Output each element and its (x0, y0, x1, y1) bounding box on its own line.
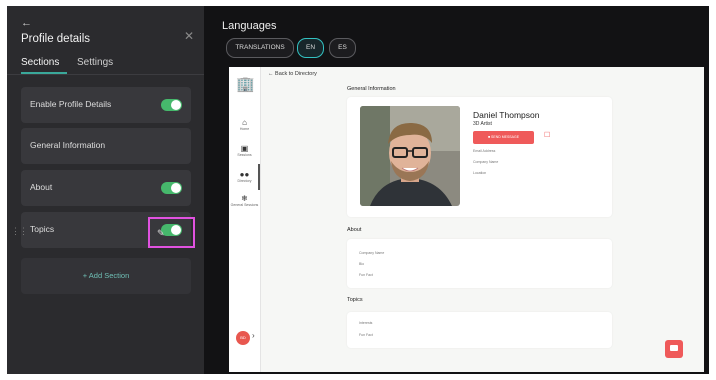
rail-item-directory[interactable]: ●● Directory (229, 170, 260, 184)
app-root: ← Profile details ✕ Sections Settings En… (0, 0, 716, 380)
about-toggle[interactable] (161, 182, 182, 194)
send-message-label: SEND MESSAGE (491, 135, 520, 139)
rail-item-label: Sessions (237, 153, 252, 157)
section-enable-profile-details[interactable]: Enable Profile Details (21, 87, 191, 123)
rail-item-label: General Sessions (230, 203, 259, 207)
calendar-icon: ▣ (240, 144, 249, 153)
section-general-information[interactable]: General Information (21, 128, 191, 164)
tree-icon: ❄ (241, 194, 248, 203)
language-es-button[interactable]: ES (329, 38, 356, 58)
send-message-button[interactable]: ■ SEND MESSAGE (473, 131, 534, 144)
panel-title: Profile details (21, 33, 91, 45)
rail-item-home[interactable]: ⌂ Home (229, 118, 260, 132)
avatar[interactable]: BD (236, 331, 250, 345)
rail-item-general-sessions[interactable]: ❄ General Sessions (229, 194, 260, 208)
languages-title: Languages (222, 20, 277, 32)
section-label: Topics (30, 224, 55, 234)
chevron-right-icon[interactable]: › (252, 331, 255, 340)
general-information-card: Daniel Thompson 3D Artist ■ SEND MESSAGE… (347, 97, 612, 217)
highlight-box (148, 217, 195, 248)
toggle-knob (171, 100, 181, 110)
general-information-heading: General Information (347, 86, 396, 92)
bookmark-icon[interactable]: ☐ (544, 131, 550, 139)
about-card: Company Name Bio Fun Fact (347, 239, 612, 288)
language-en-button[interactable]: EN (297, 38, 324, 58)
topics-field: Fun Fact (359, 333, 373, 337)
topics-field: Interests (359, 321, 373, 325)
section-label: General Information (30, 140, 106, 150)
nav-rail: 🏢 ⌂ Home ▣ Sessions ●● Directory ❄ Gener… (229, 67, 261, 372)
rail-item-label: Directory (237, 179, 252, 183)
company-name-label: Company Name (473, 160, 499, 164)
tab-divider (7, 74, 204, 75)
about-field: Fun Fact (359, 273, 373, 277)
chat-button[interactable] (665, 340, 683, 358)
about-heading: About (347, 227, 362, 233)
section-label: About (30, 182, 53, 192)
enable-profile-details-toggle[interactable] (161, 99, 182, 111)
profile-details-panel: ← Profile details ✕ Sections Settings En… (7, 6, 204, 374)
tab-sections[interactable]: Sections (21, 57, 59, 68)
about-field: Bio (359, 262, 365, 266)
building-icon: 🏢 (236, 76, 255, 93)
active-nav-indicator (258, 164, 260, 190)
chat-bubble-icon (670, 345, 678, 351)
translations-button[interactable]: TRANSLATIONS (226, 38, 294, 58)
add-section-button[interactable]: + Add Section (21, 258, 191, 294)
tab-settings[interactable]: Settings (77, 57, 113, 68)
email-address-label: Email Address (473, 149, 496, 153)
back-to-directory-link[interactable]: ← Back to Directory (268, 71, 317, 77)
topics-heading: Topics (347, 297, 363, 303)
close-icon[interactable]: ✕ (184, 29, 194, 43)
location-label: Location (473, 171, 487, 175)
arrow-left-icon[interactable]: ← (21, 17, 32, 29)
section-label: Enable Profile Details (30, 99, 112, 109)
toggle-knob (171, 183, 181, 193)
profile-role: 3D Artist (473, 121, 492, 127)
rail-item-label: Home (239, 127, 250, 131)
profile-name: Daniel Thompson (473, 110, 540, 120)
drag-handle-icon[interactable]: ⋮⋮ (11, 226, 28, 237)
about-field: Company Name (359, 251, 385, 255)
profile-photo (360, 106, 460, 206)
topics-card: Interests Fun Fact (347, 312, 612, 348)
add-section-label: + Add Section (82, 271, 130, 280)
profile-page-preview: 🏢 ⌂ Home ▣ Sessions ●● Directory ❄ Gener… (229, 67, 704, 372)
people-icon: ●● (239, 170, 250, 179)
section-about[interactable]: About (21, 170, 191, 206)
rail-item-sessions[interactable]: ▣ Sessions (229, 144, 260, 158)
home-icon: ⌂ (242, 118, 247, 127)
